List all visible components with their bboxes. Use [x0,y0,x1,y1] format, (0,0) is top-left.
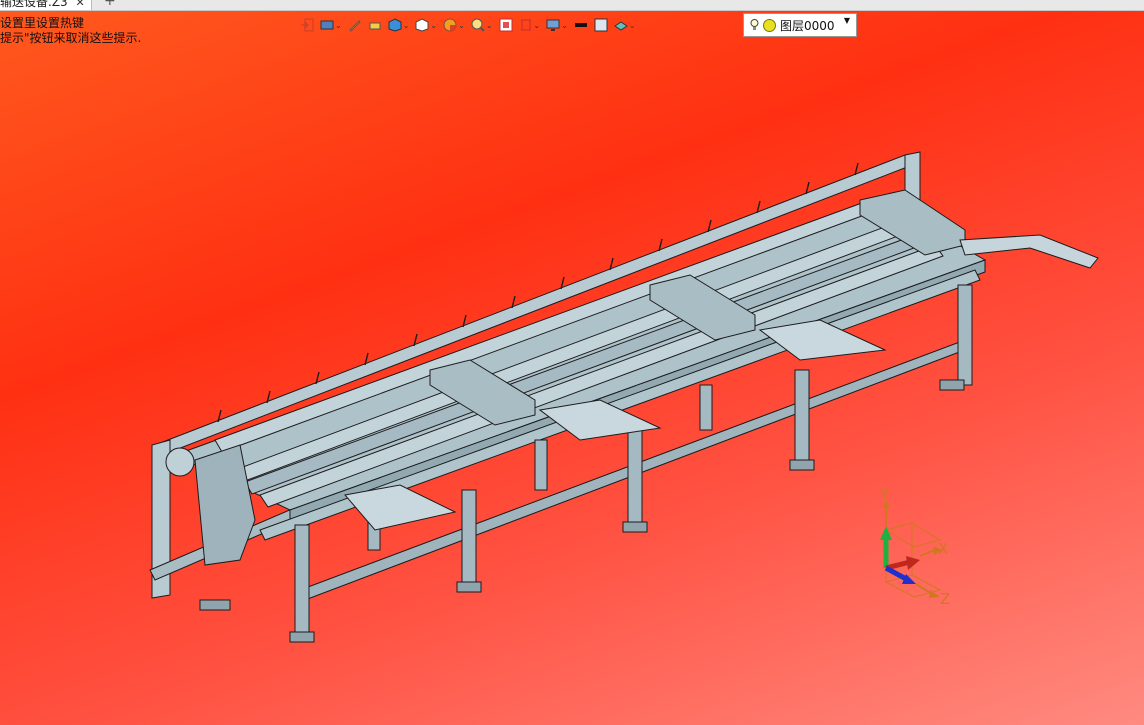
material-icon [614,21,628,31]
line-color-icon [574,23,587,27]
guide-tray-left [344,484,457,531]
zoom-icon [471,18,485,32]
wire-button[interactable]: ⌄ [415,14,437,36]
display-icon [546,19,560,31]
view-style-icon [320,20,334,30]
eraser-icon [369,22,381,30]
view-style-button[interactable]: ⌄ [320,14,342,36]
3d-viewport[interactable]: Y X Z [0,0,1144,725]
section-plane-icon [520,19,531,31]
display-button[interactable]: ⌄ [546,14,568,36]
x-axis-label: X [938,540,948,558]
conveyor-model [149,151,1099,643]
layer-name: 图层0000 [780,18,835,33]
view-toolbar: ⌄ ⌄ ⌄ ⌄ ⌄ ⌄ ⌄ ⌄ [300,13,642,37]
white-cube-icon [415,18,429,32]
blue-cube-icon [388,18,402,32]
sketch-button[interactable] [348,14,362,36]
face-color-icon [594,18,608,32]
pie-section-icon [443,18,457,32]
zoom-fit-button[interactable] [499,14,513,36]
z-axis-label: Z [940,590,950,608]
line-color-button[interactable] [574,14,588,36]
section-button[interactable]: ⌄ [443,14,465,36]
chevron-down-icon[interactable]: ▼ [844,16,850,25]
exit-sketch-icon [301,18,314,32]
plane-button[interactable]: ⌄ [519,14,540,36]
zoom-fit-icon [499,18,513,32]
layer-color-icon [763,18,776,32]
face-color-button[interactable] [594,14,608,36]
material-button[interactable]: ⌄ [614,14,636,36]
exit-button[interactable] [300,14,314,36]
motor-cylinder [165,447,195,477]
lightbulb-icon [750,19,759,30]
y-axis-label: Y [879,485,890,503]
layer-selector[interactable]: 图层0000 ▼ [743,13,857,37]
eraser-button[interactable] [368,14,382,36]
zoom-button[interactable]: ⌄ [471,14,493,36]
x-axis-arrow [885,559,911,571]
shaded-button[interactable]: ⌄ [388,14,409,36]
pencil-icon [348,20,361,32]
axis-triad: Y X Z [879,485,950,608]
